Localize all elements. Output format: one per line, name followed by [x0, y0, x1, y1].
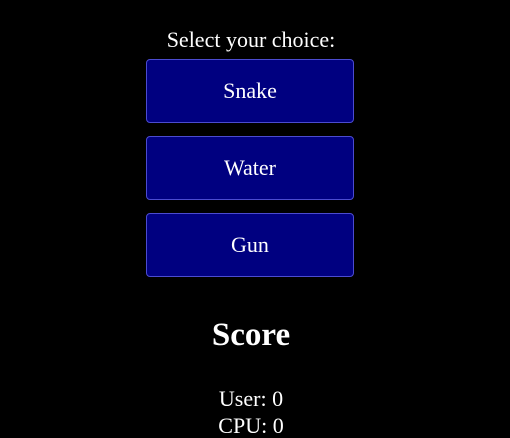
score-heading: Score [211, 317, 291, 353]
cpu-score: CPU: 0 [218, 413, 284, 438]
gun-button[interactable]: Gun [146, 213, 354, 277]
user-score: User: 0 [218, 386, 284, 411]
choice-prompt: Select your choice: [166, 27, 336, 52]
snake-button[interactable]: Snake [146, 59, 354, 123]
water-button[interactable]: Water [146, 136, 354, 200]
